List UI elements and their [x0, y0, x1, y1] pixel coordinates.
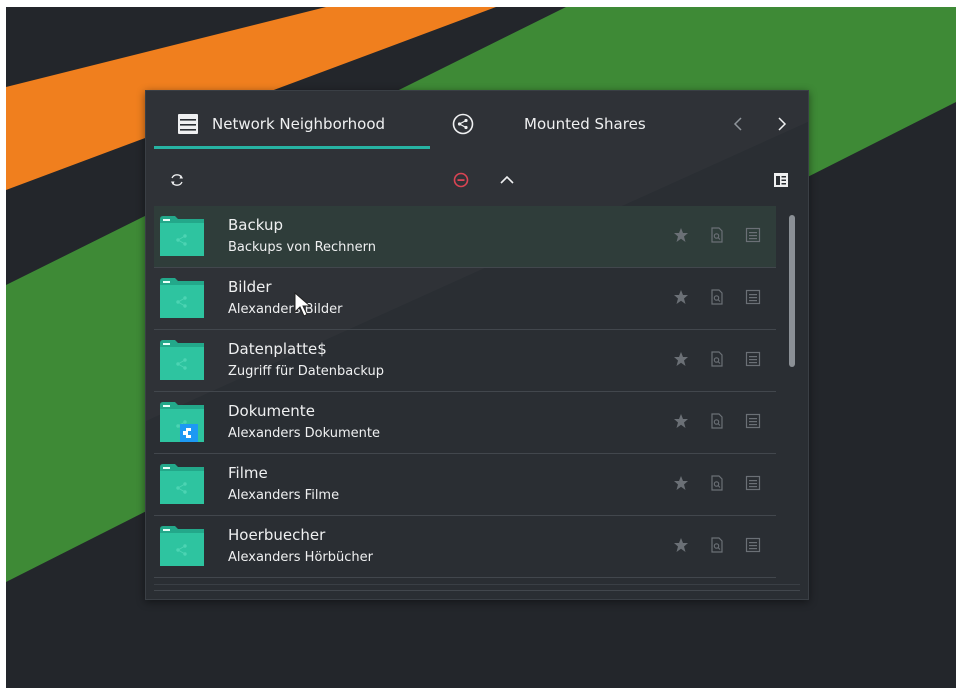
network-folder-icon	[160, 340, 204, 380]
share-name: Filme	[228, 464, 268, 482]
share-row[interactable]: Bilder Alexanders Bilder	[154, 268, 776, 330]
share-description: Backups von Rechnern	[228, 240, 377, 255]
properties-icon[interactable]	[744, 350, 762, 368]
properties-icon[interactable]	[744, 226, 762, 244]
share-name: Dokumente	[228, 402, 315, 420]
share-description: Alexanders Hörbücher	[228, 550, 373, 565]
divider	[154, 584, 800, 585]
share-row[interactable]: Hoerbuecher Alexanders Hörbücher	[154, 516, 776, 578]
bookmark-icon[interactable]	[672, 226, 690, 244]
bookmark-icon[interactable]	[672, 288, 690, 306]
preview-icon[interactable]	[708, 288, 726, 306]
share-description: Alexanders Dokumente	[228, 426, 381, 441]
bookmark-icon[interactable]	[672, 412, 690, 430]
share-description: Alexanders Bilder	[228, 302, 343, 317]
tab-mounted-shares[interactable]: Mounted Shares	[444, 99, 674, 149]
tab-bar: Network Neighborhood Mounted Shares	[154, 99, 800, 149]
share-description: Zugriff für Datenbackup	[228, 364, 385, 379]
share-name: Bilder	[228, 278, 272, 296]
properties-icon[interactable]	[744, 536, 762, 554]
properties-icon[interactable]	[744, 412, 762, 430]
bookmark-icon[interactable]	[672, 536, 690, 554]
preview-icon[interactable]	[708, 350, 726, 368]
network-folder-icon	[160, 526, 204, 566]
network-server-icon	[178, 114, 198, 134]
chevron-right-icon[interactable]	[770, 111, 794, 137]
preview-icon[interactable]	[708, 412, 726, 430]
samba-shares-widget: Network Neighborhood Mounted Shares Back…	[145, 90, 809, 600]
bookmark-icon[interactable]	[672, 350, 690, 368]
scrollbar-handle[interactable]	[789, 215, 795, 367]
refresh-icon[interactable]	[164, 167, 190, 193]
configure-icon[interactable]	[768, 167, 794, 193]
bookmark-icon[interactable]	[672, 474, 690, 492]
network-folder-icon	[160, 216, 204, 256]
active-tab-indicator	[154, 146, 430, 149]
chevron-left-icon[interactable]	[726, 111, 750, 137]
share-name: Backup	[228, 216, 283, 234]
network-folder-icon	[160, 464, 204, 504]
chevron-up-icon[interactable]	[494, 167, 520, 193]
properties-icon[interactable]	[744, 288, 762, 306]
share-row[interactable]: Backup Backups von Rechnern	[154, 206, 776, 268]
share-row[interactable]: Datenplatte$ Zugriff für Datenbackup	[154, 330, 776, 392]
tab-label: Mounted Shares	[524, 115, 646, 133]
network-folder-icon	[160, 278, 204, 318]
preview-icon[interactable]	[708, 474, 726, 492]
mounted-network-folder-icon	[160, 402, 204, 442]
tab-network-neighborhood[interactable]: Network Neighborhood	[154, 99, 430, 149]
tab-label: Network Neighborhood	[212, 115, 386, 133]
share-icon	[452, 113, 474, 135]
mouse-pointer-icon	[294, 291, 312, 322]
share-list: Backup Backups von Rechnern Bilder Alexa…	[154, 206, 776, 586]
unmount-icon[interactable]	[448, 167, 474, 193]
toolbar	[154, 161, 800, 199]
share-name: Hoerbuecher	[228, 526, 326, 544]
share-name: Datenplatte$	[228, 340, 327, 358]
divider	[154, 590, 800, 591]
share-row[interactable]: Filme Alexanders Filme	[154, 454, 776, 516]
preview-icon[interactable]	[708, 226, 726, 244]
share-row[interactable]: Dokumente Alexanders Dokumente	[154, 392, 776, 454]
preview-icon[interactable]	[708, 536, 726, 554]
share-description: Alexanders Filme	[228, 488, 340, 503]
properties-icon[interactable]	[744, 474, 762, 492]
